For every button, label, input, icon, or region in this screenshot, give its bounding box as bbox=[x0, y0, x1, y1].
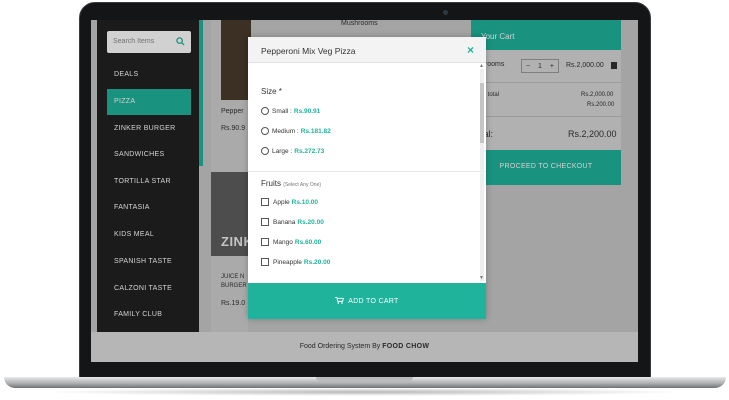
cart-icon bbox=[335, 297, 345, 304]
option-price: Rs.90.91 bbox=[293, 107, 321, 115]
radio-button[interactable] bbox=[261, 147, 269, 155]
option-price: Rs.10.00 bbox=[291, 198, 319, 206]
modal-header: Pepperoni Mix Veg Pizza × bbox=[248, 37, 486, 63]
checkbox[interactable] bbox=[261, 218, 269, 226]
option-price: Rs.272.73 bbox=[294, 147, 325, 155]
option-label: Apple bbox=[273, 198, 290, 206]
fruit-option-pineapple[interactable]: Pineapple Rs.20.00 bbox=[261, 256, 330, 268]
checkbox[interactable] bbox=[261, 198, 269, 206]
modal-body: Size * Small : Rs.90.91 Medium : Rs.181.… bbox=[248, 63, 486, 283]
modal-scrollbar[interactable] bbox=[480, 69, 484, 281]
laptop-mockup: Search Items DEALS PIZZA ZINKER BURGER S… bbox=[0, 0, 729, 400]
fruit-option-banana[interactable]: Banana Rs.20.00 bbox=[261, 216, 324, 228]
laptop-notch bbox=[316, 377, 413, 382]
fruit-option-apple[interactable]: Apple Rs.10.00 bbox=[261, 196, 318, 208]
fruit-option-mango[interactable]: Mango Rs.60.00 bbox=[261, 236, 321, 248]
checkbox[interactable] bbox=[261, 238, 269, 246]
size-option-large[interactable]: Large : Rs.272.73 bbox=[261, 145, 324, 157]
option-label: Small : bbox=[272, 107, 292, 115]
size-option-small[interactable]: Small : Rs.90.91 bbox=[261, 105, 320, 117]
option-label: Large : bbox=[272, 147, 293, 155]
divider bbox=[248, 171, 486, 172]
size-section-title: Size * bbox=[261, 87, 282, 96]
scroll-thumb[interactable] bbox=[480, 83, 484, 143]
option-price: Rs.20.00 bbox=[297, 218, 324, 226]
product-options-modal: Pepperoni Mix Veg Pizza × Size * Small :… bbox=[248, 37, 486, 319]
add-to-cart-button[interactable]: Add to Cart bbox=[248, 283, 486, 319]
option-price: Rs.20.00 bbox=[303, 258, 331, 266]
app-screen: Search Items DEALS PIZZA ZINKER BURGER S… bbox=[91, 20, 638, 362]
radio-button[interactable] bbox=[261, 127, 269, 135]
radio-button[interactable] bbox=[261, 107, 269, 115]
option-price: Rs.60.00 bbox=[294, 238, 322, 246]
option-label: Mango bbox=[273, 238, 293, 246]
checkbox[interactable] bbox=[261, 258, 269, 266]
laptop-shadow bbox=[40, 388, 690, 396]
option-label: Medium : bbox=[272, 127, 299, 135]
camera-icon bbox=[443, 10, 448, 15]
add-to-cart-label: Add to Cart bbox=[348, 298, 399, 305]
fruits-title: Fruits bbox=[261, 179, 281, 188]
option-label: Banana bbox=[273, 218, 296, 226]
fruits-subtitle: (Select Any One) bbox=[283, 182, 322, 188]
scroll-down-arrow-icon[interactable]: ▼ bbox=[479, 275, 484, 281]
option-label: Pineapple bbox=[273, 258, 302, 266]
close-icon[interactable]: × bbox=[467, 43, 474, 57]
option-price: Rs.181.82 bbox=[300, 127, 331, 135]
modal-title: Pepperoni Mix Veg Pizza bbox=[261, 46, 356, 56]
size-option-medium[interactable]: Medium : Rs.181.82 bbox=[261, 125, 331, 137]
fruits-section-title: Fruits (Select Any One) bbox=[261, 179, 321, 188]
